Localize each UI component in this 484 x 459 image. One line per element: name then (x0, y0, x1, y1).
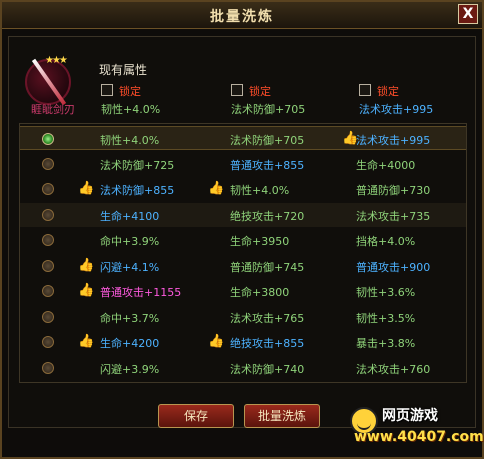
result-row[interactable]: 闪避+3.9% 法术防御+740 法术攻击+760 (20, 356, 466, 380)
thumbs-up-icon: 👍 (78, 257, 95, 273)
result-row[interactable]: 👍 闪避+4.1% 普通防御+745 普通攻击+900 (20, 254, 466, 278)
current-attr-1: 韧性+4.0% (101, 103, 161, 116)
attribute-cell: 韧性+3.6% (356, 286, 416, 299)
result-row[interactable]: 👍 普通攻击+1155 生命+3800 韧性+3.6% (20, 279, 466, 303)
attribute-cell: 生命+3800 (230, 286, 290, 299)
lock-checkbox-1[interactable]: 锁定 (101, 83, 141, 99)
attribute-cell: 普通攻击+900 (356, 260, 431, 274)
attribute-cell: 普通防御+745 (230, 260, 305, 274)
attribute-cell: 生命+4100 (100, 209, 160, 223)
thumbs-up-icon: 👍 (78, 283, 95, 298)
thumbs-up-icon: 👍 (208, 334, 225, 349)
result-row[interactable]: 命中+3.7% 法术攻击+765 韧性+3.5% (20, 305, 466, 329)
attribute-cell: 生命+4200 (100, 337, 160, 350)
attribute-cell: 挡格+4.0% (356, 235, 416, 248)
current-attr-2: 法术防御+705 (231, 103, 306, 116)
stars-icon: ★★★ (45, 55, 68, 66)
radio-icon[interactable] (42, 361, 54, 374)
result-row[interactable]: 命中+3.9% 生命+3950 挡格+4.0% (20, 228, 466, 252)
thumbs-up-icon: 👍 (78, 181, 95, 196)
radio-icon[interactable] (42, 133, 54, 145)
attribute-cell: 普通攻击+1155 (100, 286, 182, 299)
results-list: 韧性+4.0% 法术防御+705 👍 法术攻击+995 法术防御+725 普通攻击+855… (19, 123, 467, 383)
attribute-cell: 绝技攻击+720 (230, 209, 305, 223)
lock-label: 锁定 (249, 85, 271, 98)
watermark-url: www.40407.com (354, 429, 484, 445)
attribute-cell: 法术攻击+765 (230, 311, 305, 325)
attribute-cell: 法术攻击+760 (356, 362, 431, 376)
save-button[interactable]: 保存 (158, 404, 234, 428)
attribute-cell: 命中+3.9% (100, 235, 160, 248)
watermark-title: 网页游戏 (382, 408, 438, 424)
radio-icon[interactable] (42, 310, 54, 323)
title-bar: 批量洗炼 X (2, 2, 482, 29)
attribute-cell: 闪避+3.9% (100, 362, 160, 376)
attribute-cell: 法术防御+740 (230, 362, 305, 376)
thumbs-up-icon: 👍 (78, 334, 95, 349)
current-attributes-label: 现有属性 (99, 63, 148, 77)
lock-checkbox-2[interactable]: 锁定 (231, 83, 271, 99)
lock-checkbox-3[interactable]: 锁定 (359, 83, 399, 99)
attribute-cell: 法术防御+725 (100, 158, 175, 172)
attribute-cell: 韧性+4.0% (230, 184, 290, 197)
attribute-cell: 闪避+4.1% (100, 260, 160, 274)
close-icon[interactable]: X (458, 4, 478, 24)
result-row[interactable]: 生命+4100 绝技攻击+720 法术攻击+735 (20, 202, 466, 227)
site-watermark: 网页游戏 www.40407.com (350, 401, 484, 453)
attribute-cell: 暴击+3.8% (356, 337, 416, 350)
result-row[interactable]: 👍 法术防御+855 👍 韧性+4.0% 普通防御+730 (20, 177, 466, 201)
refine-panel: ★★★ 睚眦剑刃 现有属性 锁定 锁定 锁定 韧性+4.0% 法术防御+705 … (8, 36, 476, 428)
attribute-cell: 普通防御+730 (356, 184, 431, 197)
batch-refine-button[interactable]: 批量洗炼 (244, 404, 320, 428)
window-title: 批量洗炼 (210, 9, 274, 25)
thumbs-up-icon: 👍 (208, 181, 225, 196)
attribute-cell: 韧性+4.0% (100, 134, 160, 147)
attribute-cell: 法术攻击+735 (356, 209, 431, 223)
attribute-cell: 普通攻击+855 (230, 158, 305, 172)
radio-icon[interactable] (42, 208, 54, 221)
attribute-cell: 生命+4000 (356, 158, 416, 172)
checkbox-icon[interactable] (359, 84, 371, 96)
current-attr-3: 法术攻击+995 (359, 103, 434, 116)
result-row[interactable]: 👍 生命+4200 👍 绝技攻击+855 暴击+3.8% (20, 330, 466, 354)
radio-icon[interactable] (42, 234, 54, 246)
attribute-cell: 法术攻击+995 (356, 134, 431, 147)
checkbox-icon[interactable] (101, 84, 113, 96)
lock-label: 锁定 (119, 85, 141, 98)
checkbox-icon[interactable] (231, 84, 243, 96)
radio-icon[interactable] (42, 285, 54, 297)
radio-icon[interactable] (42, 183, 54, 195)
attribute-cell: 法术防御+855 (100, 184, 175, 197)
radio-icon[interactable] (42, 157, 54, 170)
radio-icon[interactable] (42, 336, 54, 348)
result-row[interactable]: 法术防御+725 普通攻击+855 生命+4000 (20, 152, 466, 176)
radio-icon[interactable] (42, 259, 54, 272)
attribute-cell: 绝技攻击+855 (230, 337, 305, 350)
result-row[interactable]: 韧性+4.0% 法术防御+705 👍 法术攻击+995 (20, 126, 466, 150)
attribute-cell: 命中+3.7% (100, 311, 160, 325)
item-name: 睚眦剑刃 (31, 103, 75, 116)
batch-refine-window: 批量洗炼 X ★★★ 睚眦剑刃 现有属性 锁定 锁定 锁定 韧性+4.0% 法术… (0, 0, 484, 459)
attribute-cell: 生命+3950 (230, 235, 290, 248)
attribute-cell: 韧性+3.5% (356, 311, 416, 325)
attribute-cell: 法术防御+705 (230, 134, 305, 147)
lock-label: 锁定 (377, 85, 399, 98)
